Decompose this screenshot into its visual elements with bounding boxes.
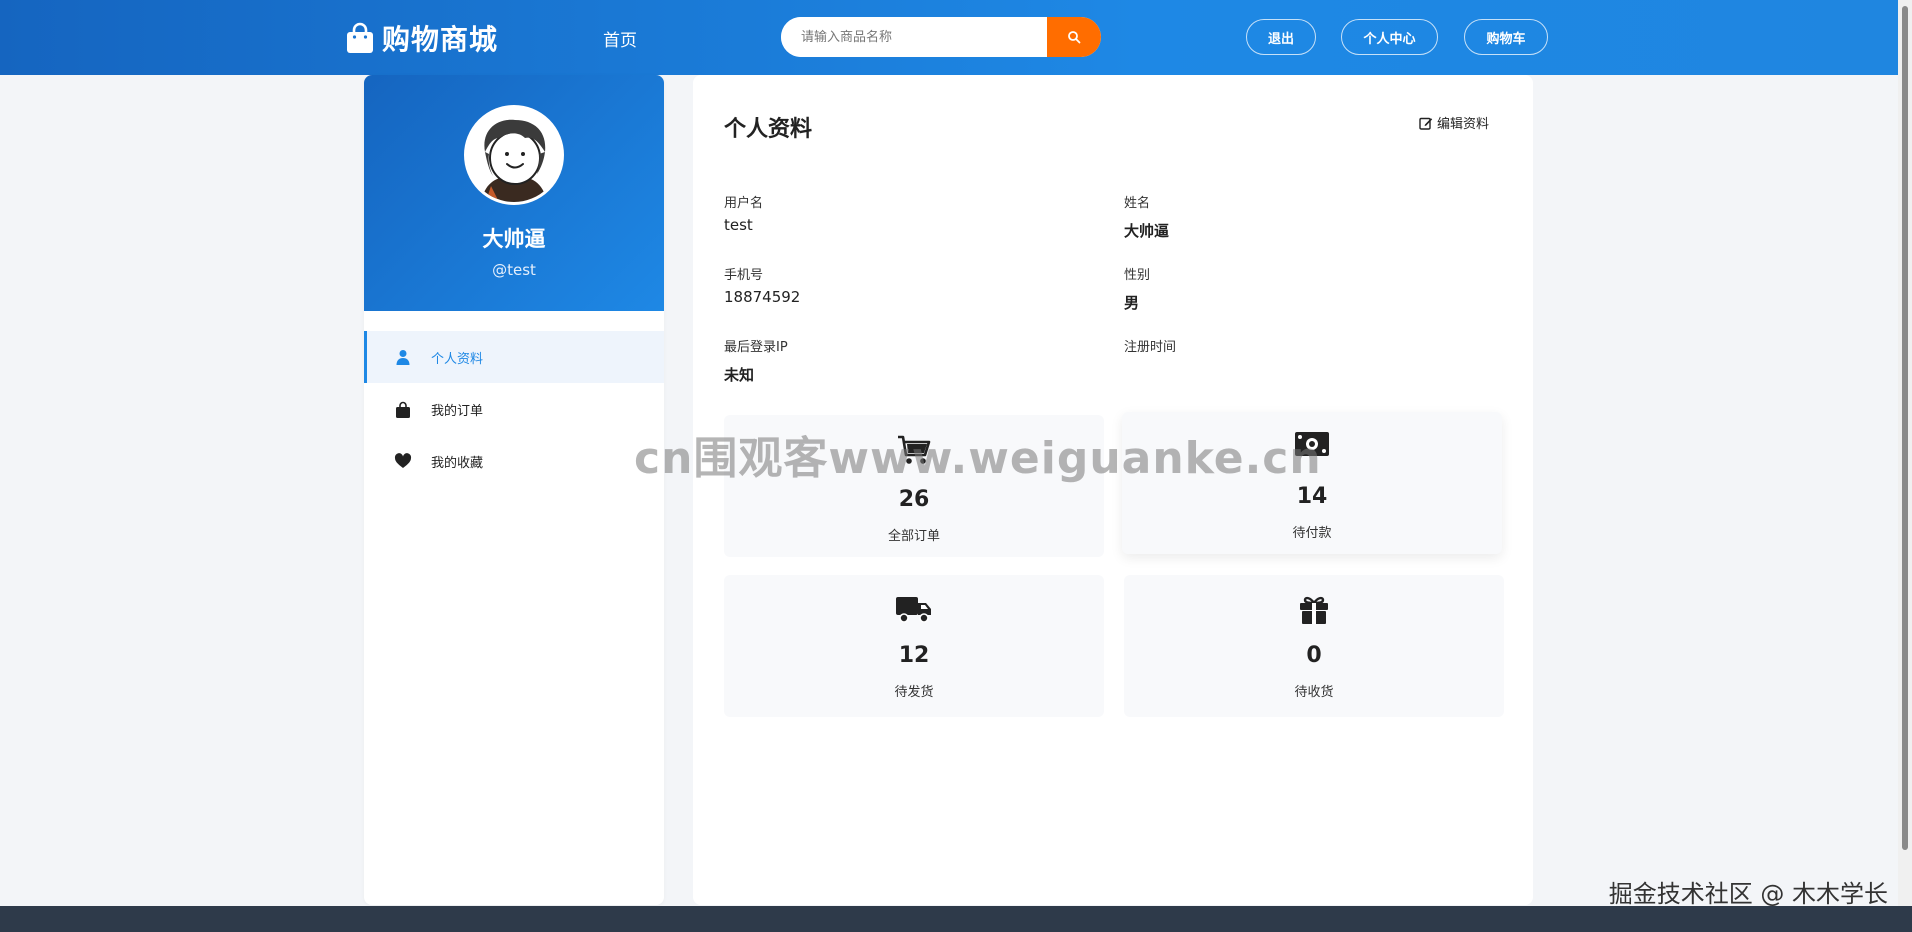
stat-label: 待付款 [1292, 526, 1332, 541]
sidebar-item-label: 我的订单 [431, 403, 484, 419]
profile-panel: 个人资料 编辑资料 用户名 test 姓名 大帅逼 手机号 18874592 性… [693, 75, 1533, 905]
sidebar-item-profile[interactable]: 个人资料 [364, 331, 664, 383]
page-scrollbar[interactable] [1898, 0, 1912, 906]
display-name: 大帅逼 [482, 227, 546, 251]
stat-label: 待收货 [1294, 685, 1334, 700]
register-time-label: 注册时间 [1124, 340, 1177, 355]
gender-label: 性别 [1124, 268, 1151, 283]
stat-value: 0 [1306, 643, 1322, 668]
gift-icon [1124, 595, 1504, 625]
footer-bar [0, 906, 1912, 932]
phone-label: 手机号 [724, 268, 764, 283]
username-label: 用户名 [724, 196, 764, 211]
top-navbar: 购物商城 首页 退出 个人中心 购物车 [0, 0, 1898, 75]
sidebar-item-orders[interactable]: 我的订单 [364, 383, 664, 435]
name-label: 姓名 [1124, 196, 1151, 211]
shopping-cart-icon [724, 435, 1104, 465]
page-title: 个人资料 [724, 117, 813, 142]
search-button[interactable] [1047, 17, 1101, 57]
stat-value: 14 [1296, 484, 1328, 509]
user-handle: @test [492, 261, 536, 279]
nav-home-link[interactable]: 首页 [603, 26, 637, 51]
scrollbar-thumb[interactable] [1902, 6, 1908, 850]
brand-name: 购物商城 [382, 23, 499, 56]
username-value: test [724, 216, 753, 234]
credit-text: 掘金技术社区 @ 木木学长 [1608, 880, 1888, 908]
phone-value: 18874592 [724, 288, 801, 306]
profile-header: 大帅逼 @test [364, 75, 664, 311]
sidebar-item-label: 个人资料 [431, 351, 484, 367]
sidebar-menu: 个人资料 我的订单 我的收藏 [364, 331, 664, 487]
shopping-bag-icon [347, 22, 373, 53]
gender-value: 男 [1124, 294, 1140, 312]
stat-label: 待发货 [894, 685, 934, 700]
stat-card-pending-shipment[interactable]: 12 待发货 [724, 575, 1104, 717]
stat-value: 12 [898, 643, 930, 668]
name-value: 大帅逼 [1124, 222, 1170, 240]
search-bar [781, 17, 1101, 57]
logout-button[interactable]: 退出 [1246, 19, 1316, 55]
last-login-ip-value: 未知 [724, 366, 755, 384]
edit-profile-label: 编辑资料 [1436, 117, 1489, 132]
stat-value: 26 [898, 487, 930, 512]
edit-icon [1419, 117, 1433, 130]
stat-card-all-orders[interactable]: 26 全部订单 [724, 415, 1104, 557]
shopping-bag-icon [393, 399, 413, 419]
stat-card-pending-payment[interactable]: 14 待付款 [1122, 412, 1502, 554]
search-input[interactable] [781, 17, 1047, 57]
avatar[interactable] [464, 105, 564, 205]
edit-profile-button[interactable]: 编辑资料 [1419, 113, 1489, 132]
sidebar-item-favorites[interactable]: 我的收藏 [364, 435, 664, 487]
heart-icon [393, 451, 413, 471]
user-icon [393, 347, 413, 367]
profile-sidebar: 大帅逼 @test 个人资料 我的订单 我的收藏 [364, 75, 664, 905]
truck-icon [724, 595, 1104, 623]
cartoon-avatar-icon [467, 108, 561, 202]
stat-label: 全部订单 [887, 529, 940, 544]
stat-card-pending-receipt[interactable]: 0 待收货 [1124, 575, 1504, 717]
search-icon [1068, 31, 1081, 44]
brand-logo[interactable]: 购物商城 [346, 18, 498, 58]
cart-button[interactable]: 购物车 [1464, 19, 1548, 55]
user-center-button[interactable]: 个人中心 [1341, 19, 1438, 55]
last-login-ip-label: 最后登录IP [724, 340, 788, 355]
sidebar-item-label: 我的收藏 [431, 455, 484, 471]
money-bill-icon [1122, 432, 1502, 456]
